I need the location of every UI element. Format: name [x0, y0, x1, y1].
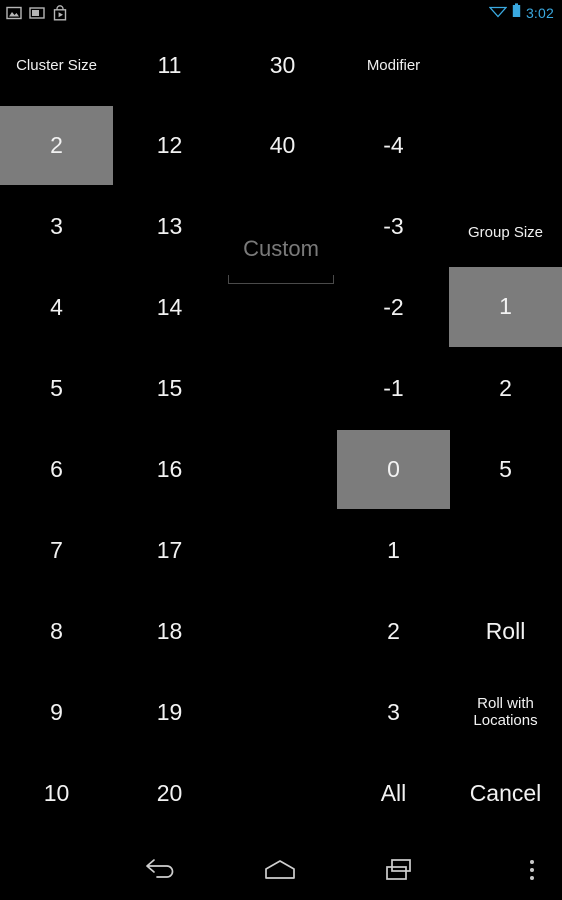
overflow-dot	[530, 876, 534, 880]
cluster-size-option-20[interactable]: 20	[113, 754, 226, 833]
cluster-size-option-3[interactable]: 3	[0, 187, 113, 266]
status-bar-clock: 3:02	[525, 5, 554, 21]
modifier-option-minus-2[interactable]: -2	[337, 268, 450, 347]
modifier-option-minus-1[interactable]: -1	[337, 349, 450, 428]
modifier-option-all[interactable]: All	[337, 754, 450, 833]
modifier-option-3[interactable]: 3	[337, 673, 450, 752]
group-size-option-1[interactable]: 1	[449, 267, 562, 347]
column-header-group-size: Group Size	[467, 223, 544, 241]
custom-input-underline	[228, 275, 334, 284]
cluster-size-option-4[interactable]: 4	[0, 268, 113, 347]
cancel-button[interactable]: Cancel	[449, 754, 562, 833]
cluster-size-option-13[interactable]: 13	[113, 187, 226, 266]
cluster-size-option-19[interactable]: 19	[113, 673, 226, 752]
screenshot-icon	[29, 5, 45, 21]
overflow-menu-icon[interactable]	[502, 840, 562, 900]
home-icon[interactable]	[220, 840, 340, 900]
battery-icon	[512, 3, 521, 23]
cluster-size-option-8[interactable]: 8	[0, 592, 113, 671]
wifi-icon	[488, 4, 508, 23]
roll-button[interactable]: Roll	[449, 592, 562, 671]
group-size-option-2[interactable]: 2	[449, 349, 562, 428]
cluster-size-option-40[interactable]: 40	[226, 106, 339, 185]
modifier-option-minus-3[interactable]: -3	[337, 187, 450, 266]
cluster-size-option-12[interactable]: 12	[113, 106, 226, 185]
cluster-size-option-11[interactable]: 11	[113, 38, 226, 94]
status-bar-notifications	[0, 5, 68, 21]
group-size-option-5[interactable]: 5	[449, 430, 562, 509]
cluster-size-option-10[interactable]: 10	[0, 754, 113, 833]
cluster-size-option-15[interactable]: 15	[113, 349, 226, 428]
play-store-icon	[52, 5, 68, 21]
modifier-option-0[interactable]: 0	[337, 430, 450, 509]
overflow-dot	[530, 860, 534, 864]
modifier-option-2[interactable]: 2	[337, 592, 450, 671]
column-header-modifier: Modifier	[366, 56, 421, 74]
cluster-size-option-30[interactable]: 30	[226, 38, 339, 94]
roll-with-locations-button[interactable]: Roll with Locations	[449, 673, 562, 752]
roll-options-grid: Cluster Size 2 3 4 5 6 7 8 9 10 11 12 13…	[0, 26, 562, 840]
cluster-size-option-5[interactable]: 5	[0, 349, 113, 428]
cluster-size-option-14[interactable]: 14	[113, 268, 226, 347]
cluster-size-option-6[interactable]: 6	[0, 430, 113, 509]
recents-icon[interactable]	[340, 840, 460, 900]
overflow-dot	[530, 868, 534, 872]
android-navigation-bar	[0, 840, 562, 900]
status-bar: 3:02	[0, 0, 562, 26]
image-icon	[6, 5, 22, 21]
cluster-size-option-9[interactable]: 9	[0, 673, 113, 752]
modifier-option-minus-4[interactable]: -4	[337, 106, 450, 185]
back-icon[interactable]	[100, 840, 220, 900]
cluster-size-option-17[interactable]: 17	[113, 511, 226, 590]
cluster-size-option-7[interactable]: 7	[0, 511, 113, 590]
cluster-size-option-2[interactable]: 2	[0, 106, 113, 185]
modifier-option-1[interactable]: 1	[337, 511, 450, 590]
cluster-size-option-18[interactable]: 18	[113, 592, 226, 671]
custom-cluster-size-input[interactable]: Custom	[228, 222, 334, 284]
custom-input-placeholder: Custom	[243, 236, 319, 261]
column-header-cluster-size: Cluster Size	[16, 56, 97, 74]
status-bar-system: 3:02	[488, 3, 562, 23]
cluster-size-option-16[interactable]: 16	[113, 430, 226, 509]
